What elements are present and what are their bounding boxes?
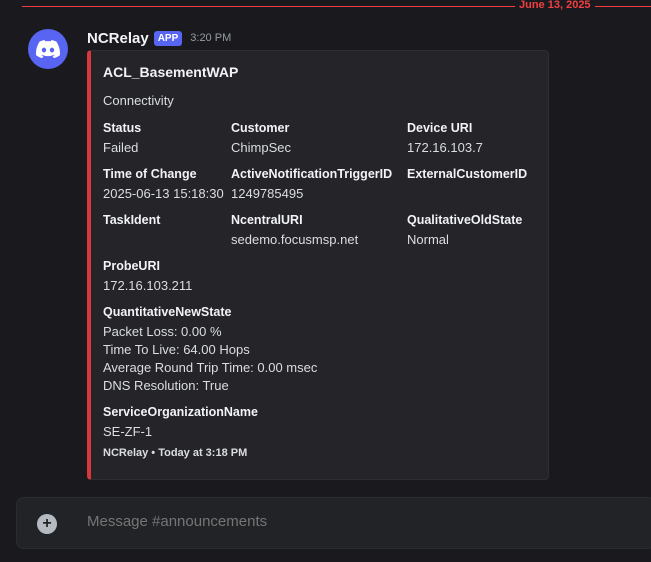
embed-title: ACL_BasementWAP	[103, 64, 239, 80]
field-value: SE-ZF-1	[103, 424, 153, 439]
date-divider: June 13, 2025	[22, 0, 651, 12]
field-probe-uri: ProbeURI 172.16.103.211	[103, 257, 192, 295]
avatar[interactable]	[28, 29, 68, 69]
discord-logo-icon	[36, 40, 60, 58]
field-task-ident: TaskIdent	[103, 211, 160, 231]
dns-line: DNS Resolution: True	[103, 378, 229, 393]
field-quantitative-new-state: QuantitativeNewState Packet Loss: 0.00 %…	[103, 303, 317, 395]
ttl-line: Time To Live: 64.00 Hops	[103, 342, 250, 357]
field-value: ChimpSec	[231, 140, 291, 155]
field-value: 1249785495	[231, 186, 304, 201]
field-name: ProbeURI	[103, 259, 160, 273]
chat-view: June 13, 2025 NCRelay APP 3:20 PM ACL_Ba…	[0, 0, 651, 562]
field-name: Time of Change	[103, 167, 197, 181]
embed-description: Connectivity	[103, 93, 174, 108]
field-value: 2025-06-13 15:18:30	[103, 186, 224, 201]
field-name: ExternalCustomerID	[407, 167, 528, 181]
field-ncentral-uri: NcentralURI sedemo.focusmsp.net	[231, 211, 358, 249]
field-name: QuantitativeNewState	[103, 305, 232, 319]
field-name: ServiceOrganizationName	[103, 405, 258, 419]
field-name: QualitativeOldState	[407, 213, 523, 227]
message-header: NCRelay APP 3:20 PM	[87, 28, 231, 48]
field-service-org: ServiceOrganizationName SE-ZF-1	[103, 403, 258, 441]
divider-date: June 13, 2025	[515, 0, 595, 11]
field-trigger-id: ActiveNotificationTriggerID 1249785495	[231, 165, 392, 203]
embed-footer: NCRelay • Today at 3:18 PM	[103, 447, 248, 459]
field-qualitative-old-state: QualitativeOldState Normal	[407, 211, 522, 249]
add-attachment-button[interactable]: +	[37, 514, 57, 534]
field-name: Device URI	[407, 121, 473, 135]
field-status: Status Failed	[103, 119, 141, 157]
field-value: 172.16.103.7	[407, 140, 483, 155]
plus-icon: +	[42, 515, 52, 532]
field-value: Packet Loss: 0.00 % Time To Live: 64.00 …	[103, 323, 317, 395]
rtt-line: Average Round Trip Time: 0.00 msec	[103, 360, 318, 375]
username[interactable]: NCRelay	[87, 30, 149, 47]
field-value: Failed	[103, 140, 139, 155]
field-value: sedemo.focusmsp.net	[231, 232, 359, 247]
field-external-customer-id: ExternalCustomerID	[407, 165, 527, 185]
message-composer: +	[16, 497, 651, 549]
message-timestamp[interactable]: 3:20 PM	[190, 32, 231, 44]
packet-loss-line: Packet Loss: 0.00 %	[103, 324, 222, 339]
app-badge: APP	[153, 30, 183, 46]
field-value: 172.16.103.211	[103, 278, 193, 293]
message-input[interactable]	[87, 513, 627, 530]
field-name: TaskIdent	[103, 213, 161, 227]
field-customer: Customer ChimpSec	[231, 119, 291, 157]
field-name: Customer	[231, 121, 290, 135]
field-name: ActiveNotificationTriggerID	[231, 167, 393, 181]
field-value: Normal	[407, 232, 449, 247]
field-device-uri: Device URI 172.16.103.7	[407, 119, 483, 157]
field-time-of-change: Time of Change 2025-06-13 15:18:30	[103, 165, 224, 203]
field-name: Status	[103, 121, 142, 135]
field-name: NcentralURI	[231, 213, 303, 227]
embed-card: ACL_BasementWAP Connectivity Status Fail…	[87, 50, 549, 480]
